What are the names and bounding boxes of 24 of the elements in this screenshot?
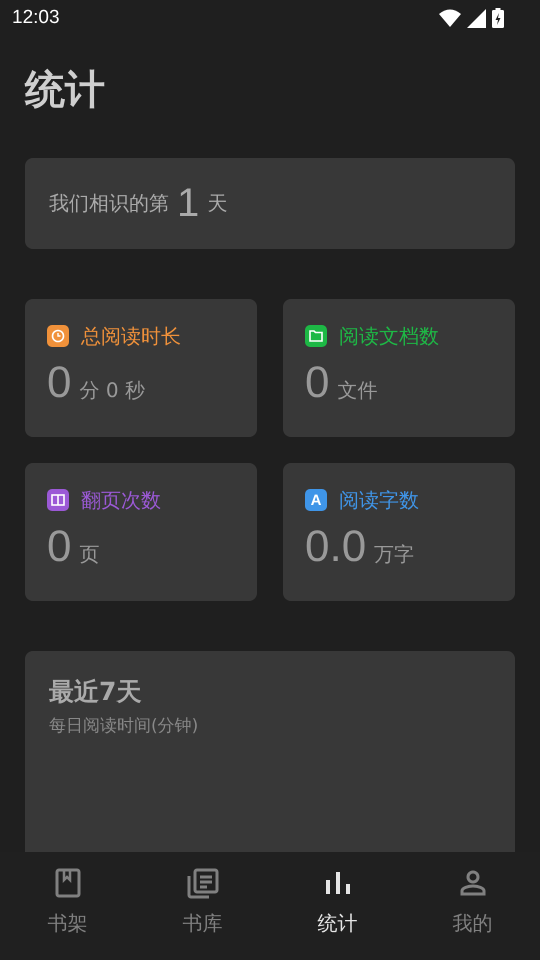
days-count: 1 [177,180,200,226]
card-title: 最近7天 [49,676,142,708]
stat-label: 翻页次数 [81,486,161,514]
nav-tab[interactable]: 书库 [135,852,270,960]
stat-unit: 分 0 秒 [79,376,145,404]
stat-label: 阅读字数 [339,486,419,514]
letter-icon: A [305,489,327,512]
nav-tab[interactable]: 统计 [270,852,405,960]
stat-value: 0 [47,522,72,572]
days-suffix: 天 [207,190,228,217]
stat-unit: 万字 [374,540,414,568]
stat-value: 0.0 [305,522,366,572]
nav-tab[interactable]: 书架 [0,852,135,960]
nav-tab[interactable]: 我的 [405,852,540,960]
stat-value: 0 [47,358,72,408]
page-title: 统计 [25,66,106,114]
card-subtitle: 每日阅读时间(分钟) [49,714,200,737]
stat-unit: 文件 [337,376,378,404]
status-time: 12:03 [12,7,60,29]
stat-value: 0 [305,358,330,408]
days-prefix: 我们相识的第 [49,190,169,217]
stat-label: 总阅读时长 [81,322,181,350]
stat-label: 阅读文档数 [339,322,439,350]
stat-unit: 页 [79,540,100,568]
